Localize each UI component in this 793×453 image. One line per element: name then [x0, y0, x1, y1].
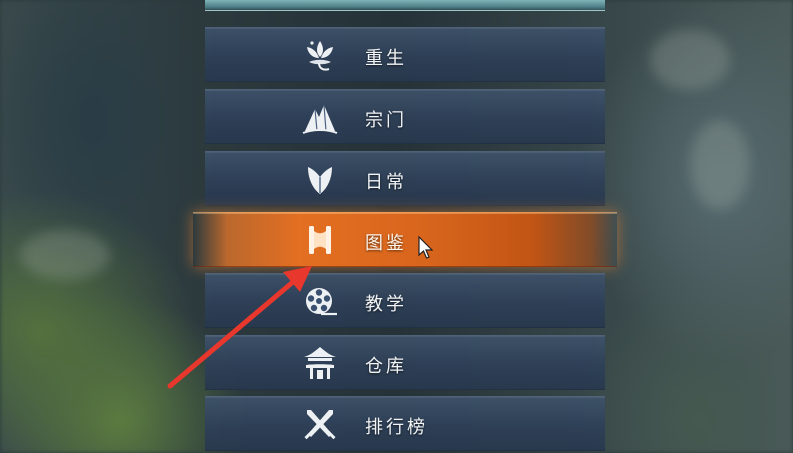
- shield-bird-icon: [299, 159, 341, 199]
- lotus-flower-icon: [299, 35, 341, 75]
- menu-item-label: 仓库: [365, 356, 407, 377]
- menu-item-label: 宗门: [365, 110, 407, 131]
- menu-item-label: 日常: [365, 172, 407, 193]
- background-blur-detail: [650, 30, 730, 90]
- crossed-swords-icon: [299, 404, 341, 444]
- background-blur-detail: [20, 230, 110, 280]
- menu-top-item-partial[interactable]: [205, 0, 605, 11]
- pavilion-warehouse-icon: [299, 343, 341, 383]
- menu-item-label: 排行榜: [365, 417, 428, 438]
- menu-item-leaderboard[interactable]: 排行榜: [205, 396, 605, 451]
- menu-item-daily[interactable]: 日常: [205, 151, 605, 206]
- menu-item-rebirth[interactable]: 重生: [205, 27, 605, 82]
- film-reel-icon: [299, 281, 341, 321]
- background-blur-detail: [690, 120, 750, 210]
- menu-item-handbook[interactable]: 图鉴: [193, 212, 617, 267]
- mountain-sect-icon: [299, 97, 341, 137]
- game-screen: 重生 宗门 日常 图鉴 教学 仓库 排行榜: [0, 0, 793, 453]
- menu-item-label: 图鉴: [365, 233, 407, 254]
- menu-item-warehouse[interactable]: 仓库: [205, 335, 605, 390]
- side-menu: 重生 宗门 日常 图鉴 教学 仓库 排行榜: [193, 0, 617, 453]
- menu-item-label: 教学: [365, 294, 407, 315]
- menu-item-tutorial[interactable]: 教学: [205, 273, 605, 328]
- mouse-cursor-icon: [418, 235, 434, 260]
- menu-item-label: 重生: [365, 48, 407, 69]
- scroll-handbook-icon: [299, 220, 341, 260]
- menu-item-sect[interactable]: 宗门: [205, 89, 605, 144]
